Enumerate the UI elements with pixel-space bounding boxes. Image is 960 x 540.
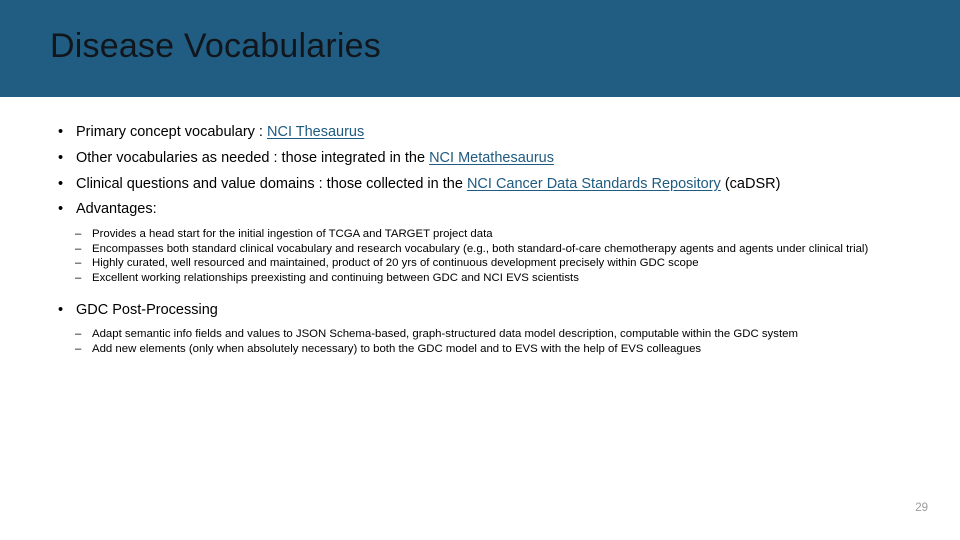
bullet-item-advantages: • Advantages: [0,197,960,223]
bullet-glyph-icon: • [58,124,64,140]
link-nci-thesaurus[interactable]: NCI Thesaurus [267,124,364,140]
bullet-text: GDC Post-Processing [76,301,218,318]
sub-bullet-item: – Add new elements (only when absolutely… [0,342,960,357]
bullet-text: Other vocabularies as needed : those int… [76,150,554,166]
page-number: 29 [915,502,928,514]
bullet-item-gdc-post-processing: • GDC Post-Processing [0,298,960,324]
bullet-text-plain: Primary concept vocabulary : [76,124,267,140]
bullet-text: Advantages: [76,201,157,218]
dash-glyph-icon: – [75,342,82,355]
slide-body: • Primary concept vocabulary : NCI Thesa… [0,97,960,540]
bullet-glyph-icon: • [58,201,64,218]
dash-glyph-icon: – [75,242,82,255]
bullet-glyph-icon: • [58,149,64,166]
bullet-glyph-icon: • [58,175,64,192]
dash-glyph-icon: – [75,228,82,241]
sub-bullet-item: – Provides a head start for the initial … [0,227,960,242]
title-banner: Disease Vocabularies [0,0,960,97]
sub-bullet-item: – Adapt semantic info fields and values … [0,327,960,342]
sub-bullet-item: – Highly curated, well resourced and mai… [0,256,960,271]
link-nci-metathesaurus[interactable]: NCI Metathesaurus [429,150,554,166]
advantages-subbullet-list: – Provides a head start for the initial … [0,227,960,285]
sub-bullet-text: Adapt semantic info fields and values to… [92,328,798,341]
bullet-text-plain: Other vocabularies as needed : those int… [76,149,430,166]
dash-glyph-icon: – [75,328,82,341]
sub-bullet-text: Highly curated, well resourced and maint… [92,257,699,270]
sub-bullet-text: Provides a head start for the initial in… [92,228,493,241]
bullet-text: Clinical questions and value domains : t… [76,176,780,192]
bullet-text-plain: Clinical questions and value domains : t… [76,175,467,192]
sub-bullet-item: – Excellent working relationships preexi… [0,271,960,286]
dash-glyph-icon: – [75,271,82,284]
page-title: Disease Vocabularies [50,27,381,65]
sub-bullet-text: Encompasses both standard clinical vocab… [92,242,869,255]
bullet-item-clinical-questions: • Clinical questions and value domains :… [0,172,960,198]
bullet-text: Primary concept vocabulary : NCI Thesaur… [76,124,364,140]
postprocessing-subbullet-list: – Adapt semantic info fields and values … [0,327,960,356]
sub-bullet-item: – Encompasses both standard clinical voc… [0,242,960,257]
bullet-glyph-icon: • [58,301,64,318]
bullet-item-other-vocabularies: • Other vocabularies as needed : those i… [0,146,960,172]
dash-glyph-icon: – [75,257,82,270]
sub-bullet-text: Add new elements (only when absolutely n… [92,342,702,355]
sub-bullet-text: Excellent working relationships preexist… [92,271,579,284]
bullet-item-primary-concept-vocabulary: • Primary concept vocabulary : NCI Thesa… [0,120,960,146]
link-nci-cancer-data-standards-repository[interactable]: NCI Cancer Data Standards Repository [467,176,721,192]
bullet-text-suffix: (caDSR) [720,175,781,192]
slide: Disease Vocabularies • Primary concept v… [0,0,960,540]
